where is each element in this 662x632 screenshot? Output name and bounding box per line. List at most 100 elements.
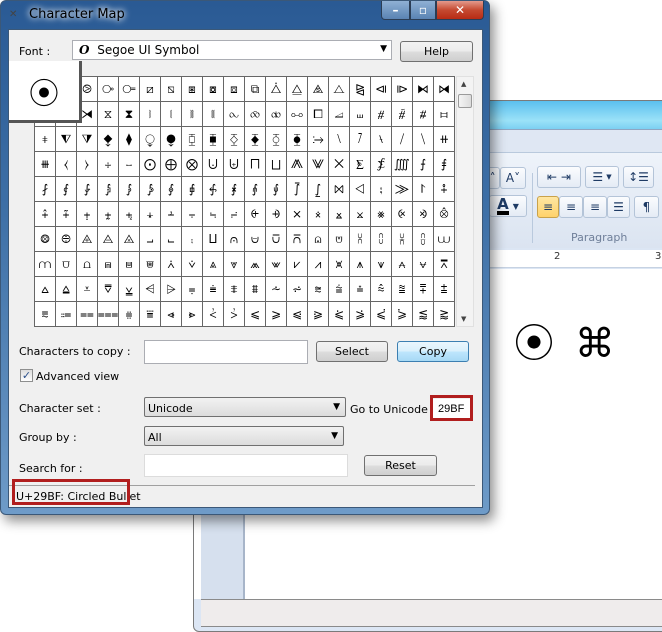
character-cell[interactable]: ⨊ [350, 152, 371, 177]
close-button[interactable]: ✕ [436, 1, 484, 20]
character-cell[interactable]: ⨬ [224, 202, 245, 227]
character-cell[interactable]: ⩡ [77, 277, 98, 302]
character-cell[interactable]: ⩳ [35, 302, 56, 327]
character-cell[interactable]: ⪅ [413, 302, 434, 327]
character-cell[interactable]: ⩥ [161, 277, 182, 302]
character-cell[interactable]: ⧜ [224, 102, 245, 127]
character-cell[interactable]: ⧱ [245, 127, 266, 152]
character-cell[interactable]: ⧅ [161, 77, 182, 102]
character-cell[interactable]: ⨱ [329, 202, 350, 227]
character-cell[interactable]: ⨻ [119, 227, 140, 252]
character-cell[interactable]: ⩜ [392, 252, 413, 277]
character-cell[interactable]: ⧼ [56, 152, 77, 177]
character-cell[interactable]: ⧯ [203, 127, 224, 152]
character-cell[interactable]: ⨿ [203, 227, 224, 252]
character-cell[interactable]: ⧷ [371, 127, 392, 152]
character-cell[interactable]: ⨯ [287, 202, 308, 227]
character-cell[interactable]: ⨇ [287, 152, 308, 177]
character-cell[interactable]: ⧩ [77, 127, 98, 152]
character-cell[interactable]: ⧨ [56, 127, 77, 152]
character-cell[interactable]: ⨘ [224, 177, 245, 202]
character-cell[interactable]: ⨜ [308, 177, 329, 202]
character-cell[interactable]: ⩧ [203, 277, 224, 302]
character-cell[interactable]: ⨝ [329, 177, 350, 202]
character-cell[interactable]: ⧘ [140, 102, 161, 127]
minimize-button[interactable]: – [381, 1, 410, 20]
character-cell[interactable]: ⩤ [140, 277, 161, 302]
character-cell[interactable]: ⧢ [350, 102, 371, 127]
character-cell[interactable]: ⨶ [434, 202, 455, 227]
bullets-button[interactable]: ☰ ▼ [585, 166, 619, 188]
character-cell[interactable]: ⨞ [350, 177, 371, 202]
character-cell[interactable]: ⨾ [182, 227, 203, 252]
decrease-indent-icon[interactable]: ⇤ [547, 170, 557, 184]
character-cell[interactable]: ⨗ [203, 177, 224, 202]
character-cell[interactable]: ⩸ [140, 302, 161, 327]
line-spacing-button[interactable]: ↕☰ [623, 166, 654, 188]
character-cell[interactable]: ⪁ [329, 302, 350, 327]
character-cell[interactable]: ⧃ [119, 77, 140, 102]
character-cell[interactable]: ⨎ [434, 152, 455, 177]
character-cell[interactable]: ⨓ [119, 177, 140, 202]
character-cell[interactable]: ⧟ [287, 102, 308, 127]
character-cell[interactable]: ⩻ [203, 302, 224, 327]
character-cell[interactable]: ⧗ [119, 102, 140, 127]
character-cell[interactable]: ⨆ [266, 152, 287, 177]
character-cell[interactable]: ⧥ [413, 102, 434, 127]
character-cell[interactable]: ⩎ [98, 252, 119, 277]
character-cell[interactable]: ⨢ [434, 177, 455, 202]
character-cell[interactable]: ⨄ [224, 152, 245, 177]
character-cell[interactable]: ⧌ [308, 77, 329, 102]
maximize-button[interactable]: ▫ [410, 1, 436, 20]
character-cell[interactable]: ⧇ [203, 77, 224, 102]
increase-indent-icon[interactable]: ⇥ [561, 170, 571, 184]
character-cell[interactable]: ⩘ [308, 252, 329, 277]
character-cell[interactable]: ⩾ [266, 302, 287, 327]
character-cell[interactable]: ⧙ [161, 102, 182, 127]
grid-scrollbar[interactable]: ▲ ▼ [456, 76, 474, 327]
character-cell[interactable]: ⧐ [392, 77, 413, 102]
character-cell[interactable]: ⨈ [308, 152, 329, 177]
character-cell[interactable]: ⩖ [266, 252, 287, 277]
character-cell[interactable]: ⨍ [413, 152, 434, 177]
character-cell[interactable]: ⩴ [56, 302, 77, 327]
character-set-dropdown[interactable]: Unicode ▼ [144, 397, 346, 417]
character-cell[interactable]: ⨏ [35, 177, 56, 202]
character-cell[interactable]: ⧸ [392, 127, 413, 152]
character-cell[interactable]: ⩣ [119, 277, 140, 302]
character-cell[interactable]: ⧺ [434, 127, 455, 152]
character-cell[interactable]: ⩿ [287, 302, 308, 327]
character-cell[interactable]: ⩃ [287, 227, 308, 252]
character-cell[interactable]: ⩨ [224, 277, 245, 302]
character-cell[interactable]: ⧄ [140, 77, 161, 102]
character-cell[interactable]: ⩙ [329, 252, 350, 277]
character-grid[interactable]: ⦿⧀⧁⧂⧃⧄⧅⧆⧇⧈⧉⧊⧋⧌⧍⧎⧏⧐⧑⧒⧓⧔⧕⧖⧗⧘⧙⧚⧛⧜⧝⧞⧟⧠⧡⧢⧣⧤⧥⧦… [34, 76, 455, 327]
character-cell[interactable]: ⨣ [35, 202, 56, 227]
character-cell[interactable]: ⧾ [98, 152, 119, 177]
character-cell[interactable]: ⩝ [413, 252, 434, 277]
character-cell[interactable]: ⨁ [161, 152, 182, 177]
character-cell[interactable]: ⩔ [224, 252, 245, 277]
character-cell[interactable]: ⧏ [371, 77, 392, 102]
font-color-button[interactable]: A ▼ [489, 195, 527, 217]
help-button[interactable]: Help [400, 41, 473, 62]
copy-button[interactable]: Copy [397, 341, 469, 362]
scroll-thumb[interactable] [458, 94, 472, 108]
character-cell[interactable]: ⩪ [266, 277, 287, 302]
character-cell[interactable]: ⧿ [119, 152, 140, 177]
character-cell[interactable]: ⨠ [392, 177, 413, 202]
align-right-button[interactable]: ≡ [583, 196, 607, 218]
character-cell[interactable]: ⧰ [224, 127, 245, 152]
character-cell[interactable]: ⧪ [98, 127, 119, 152]
character-cell[interactable]: ⨷ [35, 227, 56, 252]
character-cell[interactable]: ⧤ [392, 102, 413, 127]
character-cell[interactable]: ⧠ [308, 102, 329, 127]
character-cell[interactable]: ⨤ [56, 202, 77, 227]
character-cell[interactable]: ⩌ [56, 252, 77, 277]
character-cell[interactable]: ⩕ [245, 252, 266, 277]
character-cell[interactable]: ⨒ [98, 177, 119, 202]
character-cell[interactable]: ⩟ [35, 277, 56, 302]
character-cell[interactable]: ⩬ [308, 277, 329, 302]
character-cell[interactable]: ⧭ [161, 127, 182, 152]
character-cell[interactable]: ⨭ [245, 202, 266, 227]
